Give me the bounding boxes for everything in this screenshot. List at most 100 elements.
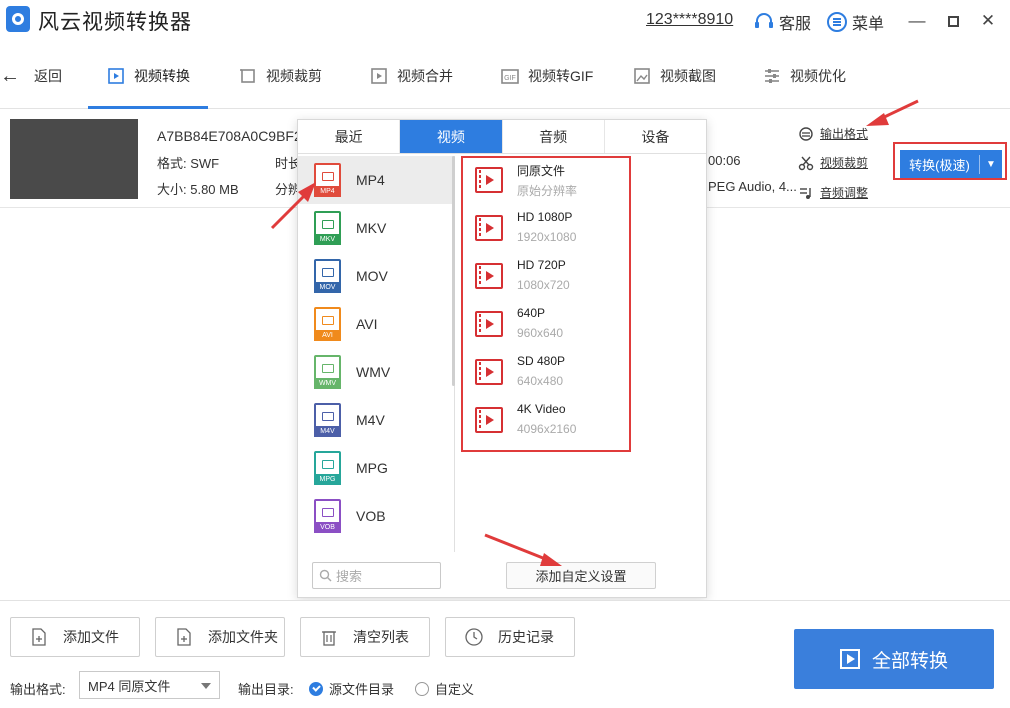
- file-format-icon: MPG: [314, 451, 341, 485]
- format-item-m4v[interactable]: M4V M4V: [298, 396, 454, 444]
- clear-list-button[interactable]: 清空列表: [300, 617, 430, 657]
- resolution-item[interactable]: HD 1080P 1920x1080: [461, 204, 701, 252]
- radio-source-dir[interactable]: 源文件目录: [309, 679, 394, 698]
- maximize-button[interactable]: [940, 8, 966, 34]
- customer-service-label: 客服: [779, 16, 812, 33]
- add-file-button[interactable]: 添加文件: [10, 617, 140, 657]
- tab-video-convert[interactable]: 视频转换: [88, 44, 208, 109]
- trash-icon: [322, 631, 336, 646]
- tab-label: 视频优化: [790, 68, 846, 84]
- tab-video-optimize[interactable]: 视频优化: [762, 44, 846, 108]
- add-custom-setting-button[interactable]: 添加自定义设置: [506, 562, 656, 589]
- format-search-input[interactable]: 搜索: [312, 562, 441, 589]
- merge-icon: [371, 68, 387, 84]
- caret-down-icon[interactable]: ▼: [980, 159, 1002, 170]
- resolution-item[interactable]: 同原文件 原始分辨率: [461, 156, 701, 204]
- convert-all-button[interactable]: 全部转换: [794, 629, 994, 689]
- radio-checked-icon: [309, 681, 323, 696]
- format-item-mp4[interactable]: MP4 MP4: [298, 156, 454, 204]
- optimize-icon: [765, 69, 779, 83]
- tab-video-merge[interactable]: 视频合并: [369, 44, 453, 108]
- resolution-detail: 640x480: [517, 374, 564, 388]
- resolution-item[interactable]: HD 720P 1080x720: [461, 252, 701, 300]
- clear-list-label: 清空列表: [353, 629, 409, 645]
- resolution-detail: 原始分辨率: [517, 184, 578, 198]
- format-item-mpg[interactable]: MPG MPG: [298, 444, 454, 492]
- tab-video-crop[interactable]: 视频裁剪: [238, 44, 322, 108]
- output-format-select[interactable]: MP4 同原文件: [79, 671, 220, 699]
- minimize-button[interactable]: —: [904, 8, 930, 34]
- tab-video[interactable]: 视频: [400, 120, 503, 153]
- resolution-item[interactable]: 4K Video 4096x2160: [461, 396, 701, 444]
- resolution-list[interactable]: 同原文件 原始分辨率 HD 1080P 1920x1080 HD 720P 1080x72…: [461, 156, 701, 446]
- audio-adjust-link[interactable]: 音频调整: [798, 184, 868, 201]
- file-format-icon: WMV: [314, 355, 341, 389]
- back-button[interactable]: ← 返回: [0, 44, 62, 108]
- add-folder-button[interactable]: 添加文件夹: [155, 617, 285, 657]
- tab-label: 视频转GIF: [528, 68, 594, 84]
- format-name: MPG: [356, 460, 388, 476]
- resolution-name: 4K Video: [517, 402, 566, 416]
- format-item-mov[interactable]: MOV MOV: [298, 252, 454, 300]
- format-popup: 最近 视频 音频 设备 MP4 MP4 MKV MKV MOV MOV AVI AVI WMV W…: [297, 119, 707, 598]
- format-name: WMV: [356, 364, 391, 380]
- format-item-mkv[interactable]: MKV MKV: [298, 204, 454, 252]
- format-tabs: 最近 视频 音频 设备: [298, 120, 706, 154]
- back-label: 返回: [34, 68, 62, 84]
- video-file-icon: [475, 167, 503, 193]
- add-folder-icon: [177, 628, 191, 646]
- convert-fast-button[interactable]: 转换(极速) ▼: [900, 150, 1002, 178]
- tab-label: 视频裁剪: [266, 68, 322, 84]
- app-logo-icon: [6, 6, 30, 32]
- menu-label: 菜单: [852, 16, 885, 33]
- video-thumbnail[interactable]: [10, 119, 138, 199]
- scissors-icon: [798, 156, 814, 170]
- format-name: VOB: [356, 508, 386, 524]
- svg-text:GIF: GIF: [504, 75, 516, 82]
- format-list-scrollbar[interactable]: [452, 156, 455, 386]
- play-icon: [839, 649, 860, 669]
- resolution-name: 640P: [517, 306, 546, 320]
- format-item-avi[interactable]: AVI AVI: [298, 300, 454, 348]
- minimize-icon: —: [908, 11, 926, 30]
- radio-label: 自定义: [435, 682, 475, 697]
- resolution-name: 同原文件: [517, 164, 566, 178]
- video-crop-link[interactable]: 视频裁剪: [798, 154, 868, 171]
- account-link[interactable]: 123****8910: [646, 11, 733, 29]
- menu-button[interactable]: 菜单: [826, 10, 884, 34]
- resolution-detail: 1080x720: [517, 278, 570, 292]
- clock-icon: [465, 628, 483, 646]
- format-item-vob[interactable]: VOB VOB: [298, 492, 454, 540]
- output-format-link[interactable]: 输出格式: [798, 125, 868, 142]
- format-list[interactable]: MP4 MP4 MKV MKV MOV MOV AVI AVI WMV WMV M4V M4V MPG M…: [298, 156, 455, 552]
- chevron-down-icon: [201, 683, 211, 689]
- close-icon: ✕: [980, 11, 996, 30]
- video-file-icon: [475, 311, 503, 337]
- gif-icon: GIF: [501, 69, 519, 84]
- close-button[interactable]: ✕: [975, 8, 1001, 34]
- resolution-name: HD 1080P: [517, 210, 573, 224]
- history-button[interactable]: 历史记录: [445, 617, 575, 657]
- audio-info: PEG Audio, 4...: [708, 179, 797, 194]
- output-format-label: 输出格式: [820, 127, 869, 141]
- resolution-item[interactable]: SD 480P 640x480: [461, 348, 701, 396]
- video-file-icon: [475, 359, 503, 385]
- tab-video-gif[interactable]: GIF 视频转GIF: [500, 44, 593, 108]
- video-file-icon: [475, 263, 503, 289]
- format-item-wmv[interactable]: WMV WMV: [298, 348, 454, 396]
- radio-unchecked-icon: [415, 681, 429, 696]
- file-size: 大小: 5.80 MB: [157, 182, 239, 197]
- tab-audio[interactable]: 音频: [503, 120, 605, 153]
- tab-recent[interactable]: 最近: [298, 120, 401, 153]
- tab-video-screenshot[interactable]: 视频截图: [632, 44, 716, 108]
- radio-custom-dir[interactable]: 自定义: [415, 679, 474, 698]
- file-name: A7BB84E708A0C9BF2I: [157, 128, 306, 144]
- format-name: MKV: [356, 220, 387, 236]
- video-convert-icon: [108, 68, 124, 84]
- tab-device[interactable]: 设备: [605, 120, 706, 153]
- customer-service-button[interactable]: 客服: [753, 10, 811, 34]
- resolution-item[interactable]: 640P 960x640: [461, 300, 701, 348]
- convert-all-label: 全部转换: [871, 650, 948, 672]
- crop-icon: [240, 69, 255, 83]
- resolution-name: HD 720P: [517, 258, 566, 272]
